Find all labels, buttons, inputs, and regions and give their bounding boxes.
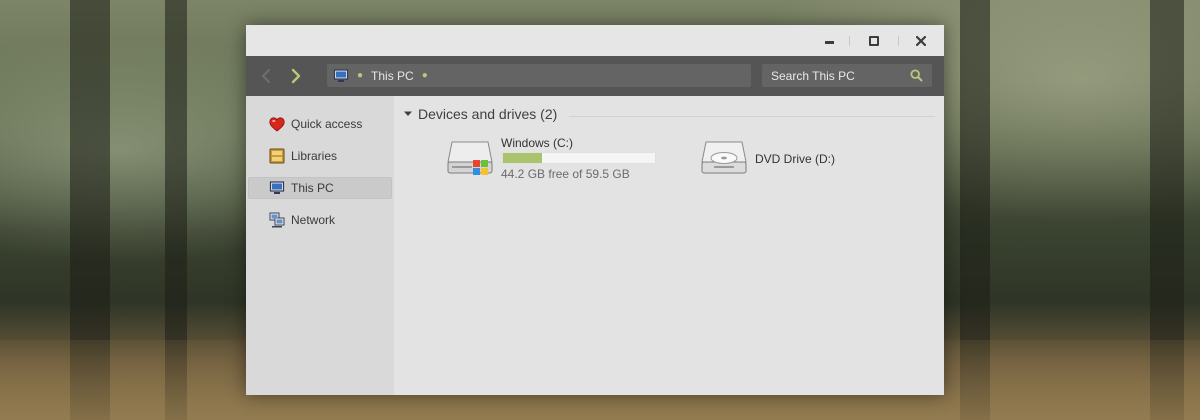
breadcrumb-separator: ● [357,70,364,81]
sidebar-item-this-pc[interactable]: This PC [248,177,392,199]
sidebar-item-quick-access[interactable]: Quick access [248,113,392,135]
forward-arrow-icon [291,68,301,84]
title-bar [246,25,944,56]
hard-drive-icon [447,141,493,175]
maximize-button[interactable] [863,31,885,51]
sidebar-item-label: Network [291,213,336,227]
navigation-pane: Quick access Libraries This PC Network [246,96,394,395]
libraries-icon [269,148,285,164]
sidebar-item-label: Quick access [291,117,363,131]
close-icon [916,36,926,46]
dvd-drive-icon [701,141,747,174]
sidebar-item-label: Libraries [291,149,338,163]
search-box[interactable] [762,64,932,87]
capacity-bar [502,152,656,164]
minimize-button[interactable] [818,31,840,51]
minimize-icon [824,40,834,44]
chevron-down-icon [404,111,412,116]
separator [849,36,850,46]
drive-name: DVD Drive (D:) [755,152,835,166]
file-explorer-window: ● This PC ● Quick access [246,25,944,395]
close-button[interactable] [910,31,932,51]
heart-icon [269,116,285,132]
sidebar-item-network[interactable]: Network [248,209,392,231]
navigation-bar: ● This PC ● [246,56,944,96]
back-button[interactable] [258,67,274,85]
content-pane: Devices and drives (2) Windows (C:) 44.2… [394,96,944,395]
forward-button[interactable] [288,67,304,85]
drive-item-windows-c[interactable]: Windows (C:) 44.2 GB free of 59.5 GB [446,132,676,188]
sidebar-item-libraries[interactable]: Libraries [248,145,392,167]
network-icon [269,212,285,228]
group-divider [569,116,935,117]
drive-free-space: 44.2 GB free of 59.5 GB [501,167,630,181]
search-input[interactable] [771,68,906,83]
address-bar[interactable]: ● This PC ● [327,64,751,87]
search-icon[interactable] [910,69,923,82]
computer-icon [269,180,285,196]
breadcrumb-this-pc[interactable]: This PC [371,69,414,83]
capacity-bar-fill [503,153,543,163]
back-arrow-icon [262,69,270,83]
breadcrumb-separator[interactable]: ● [422,70,428,81]
drive-item-dvd-d[interactable]: DVD Drive (D:) [700,132,860,188]
group-header-devices-and-drives[interactable]: Devices and drives (2) [403,106,557,122]
group-title: Devices and drives (2) [418,106,558,122]
sidebar-item-label: This PC [291,181,334,195]
this-pc-icon [333,68,349,82]
separator [898,36,899,46]
maximize-icon [869,36,879,46]
drive-name: Windows (C:) [501,136,574,150]
